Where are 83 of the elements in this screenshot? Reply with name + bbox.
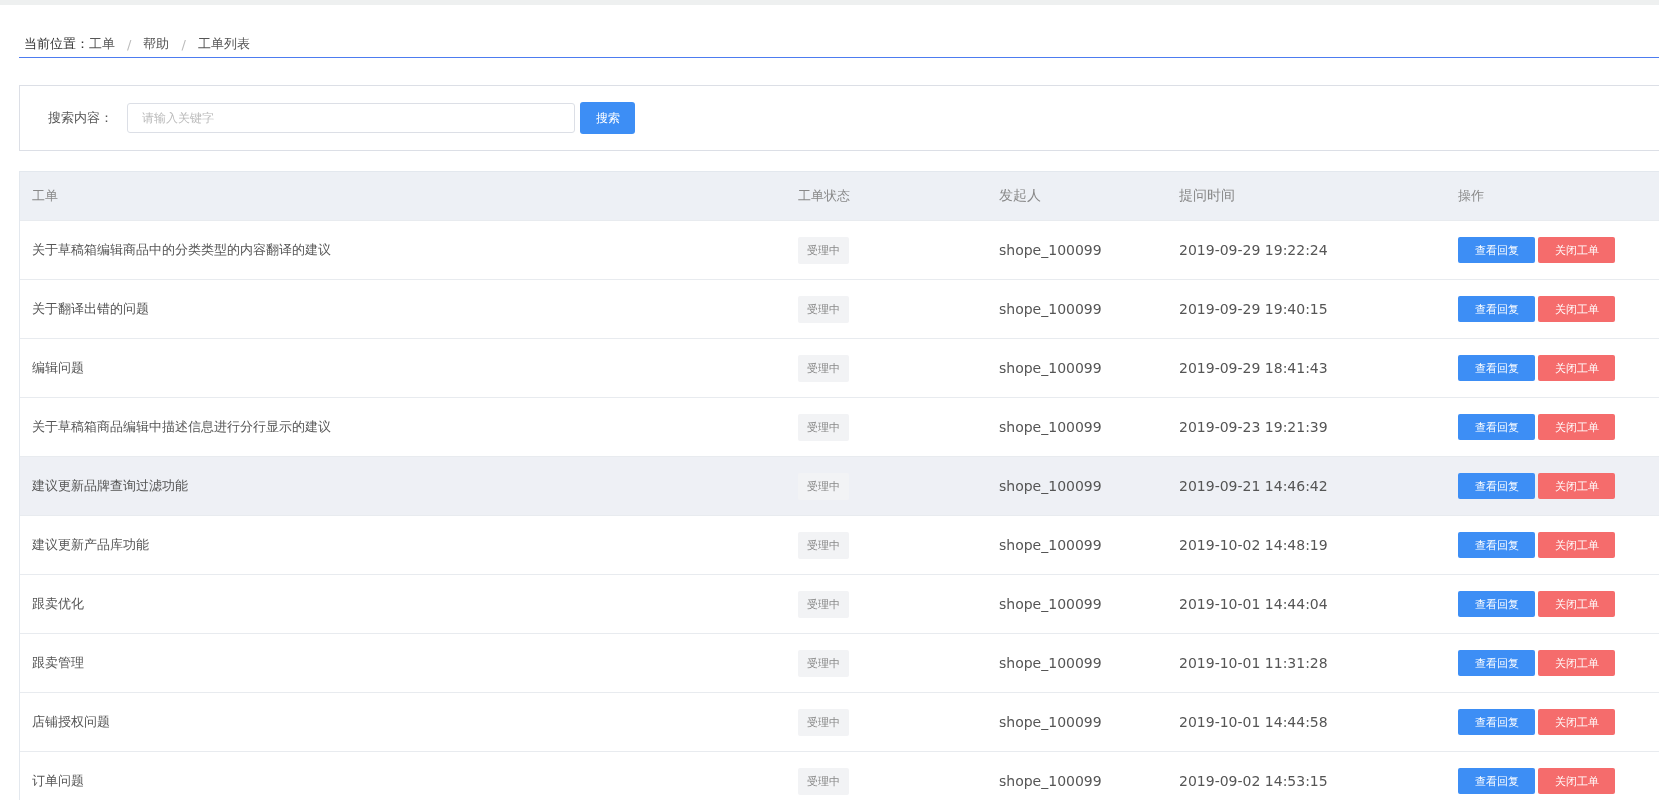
ticket-title: 订单问题 (31, 772, 84, 790)
time-cell: 2019-09-02 14:53:15 (1179, 773, 1328, 789)
table-row[interactable]: 关于翻译出错的问题 受理中 shope_100099 2019-09-29 19:40:15 查看回复 关闭工单 (20, 279, 1659, 338)
status-tag: 受理中 (798, 236, 849, 264)
ticket-title: 建议更新品牌查询过滤功能 (31, 477, 188, 495)
ticket-title: 编辑问题 (31, 359, 84, 377)
status-tag: 受理中 (798, 354, 849, 382)
status-tag: 受理中 (798, 590, 849, 618)
search-button[interactable]: 搜索 (580, 102, 635, 134)
view-reply-button[interactable]: 查看回复 (1458, 650, 1535, 676)
close-ticket-button[interactable]: 关闭工单 (1538, 532, 1615, 558)
view-reply-button[interactable]: 查看回复 (1458, 768, 1535, 794)
creator-cell: shope_100099 (999, 419, 1102, 435)
column-header: 工单 (31, 187, 58, 205)
creator-cell: shope_100099 (999, 301, 1102, 317)
breadcrumb-current: 工单列表 (197, 35, 250, 53)
search-label: 搜索内容： (48, 109, 113, 127)
creator-cell: shope_100099 (999, 773, 1102, 789)
breadcrumb-link[interactable]: 帮助 (143, 35, 170, 53)
time-cell: 2019-09-23 19:21:39 (1179, 419, 1328, 435)
ticket-title: 建议更新产品库功能 (31, 536, 149, 554)
breadcrumb-separator: / (181, 36, 186, 52)
table-row[interactable]: 跟卖管理 受理中 shope_100099 2019-10-01 11:31:28 查看回复 关闭工单 (20, 633, 1659, 692)
creator-cell: shope_100099 (999, 478, 1102, 494)
table-row[interactable]: 跟卖优化 受理中 shope_100099 2019-10-01 14:44:04 查看回复 关闭工单 (20, 574, 1659, 633)
status-tag: 受理中 (798, 295, 849, 323)
column-header: 提问时间 (1179, 187, 1235, 205)
time-cell: 2019-10-01 14:44:58 (1179, 714, 1328, 730)
ticket-title: 关于草稿箱编辑商品中的分类类型的内容翻译的建议 (31, 241, 331, 259)
column-header: 操作 (1458, 187, 1484, 205)
close-ticket-button[interactable]: 关闭工单 (1538, 237, 1615, 263)
view-reply-button[interactable]: 查看回复 (1458, 414, 1535, 440)
ticket-title: 关于草稿箱商品编辑中描述信息进行分行显示的建议 (31, 418, 331, 436)
view-reply-button[interactable]: 查看回复 (1458, 591, 1535, 617)
breadcrumb-link[interactable]: 工单 (89, 35, 115, 53)
table-row[interactable]: 建议更新产品库功能 受理中 shope_100099 2019-10-02 14:48:19 查看回复 关闭工单 (20, 515, 1659, 574)
table-row[interactable]: 编辑问题 受理中 shope_100099 2019-09-29 18:41:43 查看回复 关闭工单 (20, 338, 1659, 397)
creator-cell: shope_100099 (999, 242, 1102, 258)
view-reply-button[interactable]: 查看回复 (1458, 237, 1535, 263)
view-reply-button[interactable]: 查看回复 (1458, 473, 1535, 499)
time-cell: 2019-10-01 11:31:28 (1179, 655, 1328, 671)
column-header: 工单状态 (798, 187, 850, 205)
time-cell: 2019-09-29 18:41:43 (1179, 360, 1328, 376)
creator-cell: shope_100099 (999, 655, 1102, 671)
close-ticket-button[interactable]: 关闭工单 (1538, 768, 1615, 794)
table-row[interactable]: 关于草稿箱编辑商品中的分类类型的内容翻译的建议 受理中 shope_100099 2019-09-29 19:22:24 查看回复 关闭工单 (20, 220, 1659, 279)
close-ticket-button[interactable]: 关闭工单 (1538, 473, 1615, 499)
breadcrumb-separator: / (127, 36, 132, 52)
close-ticket-button[interactable]: 关闭工单 (1538, 414, 1615, 440)
ticket-title: 跟卖优化 (31, 595, 84, 613)
time-cell: 2019-10-02 14:48:19 (1179, 537, 1328, 553)
table-row[interactable]: 店铺授权问题 受理中 shope_100099 2019-10-01 14:44:58 查看回复 关闭工单 (20, 692, 1659, 751)
ticket-title: 跟卖管理 (31, 654, 84, 672)
search-field[interactable]: 请输入关键字 (127, 103, 575, 133)
status-tag: 受理中 (798, 649, 849, 677)
close-ticket-button[interactable]: 关闭工单 (1538, 650, 1615, 676)
view-reply-button[interactable]: 查看回复 (1458, 709, 1535, 735)
close-ticket-button[interactable]: 关闭工单 (1538, 709, 1615, 735)
view-reply-button[interactable]: 查看回复 (1458, 355, 1535, 381)
table-row[interactable]: 建议更新品牌查询过滤功能 受理中 shope_100099 2019-09-21 14:46:42 查看回复 关闭工单 (20, 456, 1659, 515)
time-cell: 2019-09-21 14:46:42 (1179, 478, 1328, 494)
table-row[interactable]: 订单问题 受理中 shope_100099 2019-09-02 14:53:15 查看回复 关闭工单 (20, 751, 1659, 800)
status-tag: 受理中 (798, 531, 849, 559)
time-cell: 2019-10-01 14:44:04 (1179, 596, 1328, 612)
time-cell: 2019-09-29 19:40:15 (1179, 301, 1328, 317)
column-header: 发起人 (999, 187, 1041, 205)
time-cell: 2019-09-29 19:22:24 (1179, 242, 1328, 258)
ticket-title: 关于翻译出错的问题 (31, 300, 149, 318)
creator-cell: shope_100099 (999, 360, 1102, 376)
creator-cell: shope_100099 (999, 537, 1102, 553)
status-tag: 受理中 (798, 413, 849, 441)
view-reply-button[interactable]: 查看回复 (1458, 532, 1535, 558)
status-tag: 受理中 (798, 767, 849, 795)
view-reply-button[interactable]: 查看回复 (1458, 296, 1535, 322)
status-tag: 受理中 (798, 472, 849, 500)
close-ticket-button[interactable]: 关闭工单 (1538, 296, 1615, 322)
breadcrumb-label: 当前位置： (24, 35, 89, 53)
creator-cell: shope_100099 (999, 714, 1102, 730)
ticket-title: 店铺授权问题 (31, 713, 110, 731)
close-ticket-button[interactable]: 关闭工单 (1538, 355, 1615, 381)
status-tag: 受理中 (798, 708, 849, 736)
creator-cell: shope_100099 (999, 596, 1102, 612)
close-ticket-button[interactable]: 关闭工单 (1538, 591, 1615, 617)
